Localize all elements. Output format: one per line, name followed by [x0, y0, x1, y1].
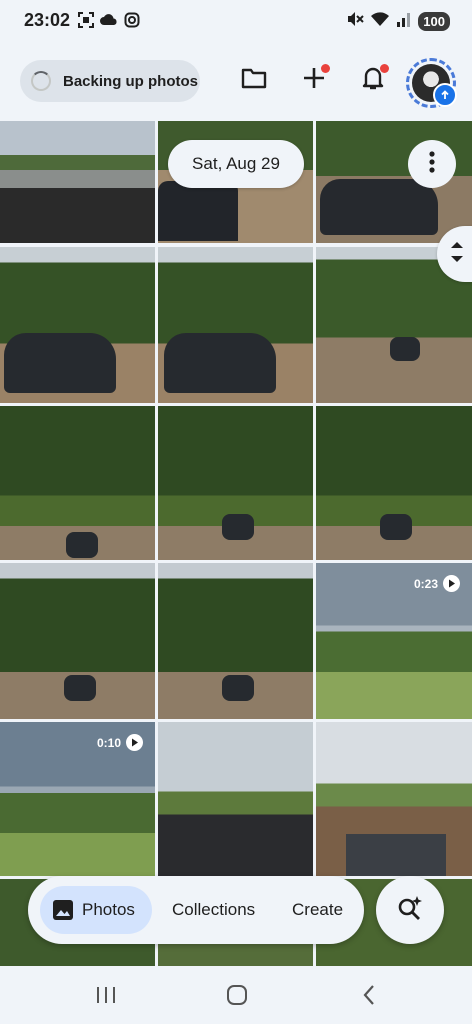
status-left-icons — [78, 12, 140, 33]
more-vert-icon — [429, 150, 435, 178]
library-button[interactable] — [236, 62, 272, 98]
tab-photos[interactable]: Photos — [40, 886, 152, 934]
bottom-navigation: Photos Collections Create — [28, 876, 364, 944]
photo-tile[interactable] — [0, 247, 155, 403]
add-notification-dot — [321, 64, 330, 73]
photo-tile[interactable] — [0, 406, 155, 560]
recents-icon[interactable] — [95, 985, 117, 1010]
photo-tile[interactable] — [158, 563, 313, 719]
notifications-button[interactable] — [355, 62, 391, 98]
photo-tile[interactable] — [158, 722, 313, 876]
video-tile[interactable]: 0:23 — [316, 563, 472, 719]
photo-tile[interactable] — [158, 406, 313, 560]
back-icon[interactable] — [362, 984, 376, 1011]
tab-collections-label: Collections — [172, 900, 256, 919]
date-header-chip: Sat, Aug 29 — [168, 140, 304, 188]
photo-tile[interactable] — [316, 121, 472, 243]
video-duration: 0:23 — [413, 576, 438, 591]
search-button[interactable] — [376, 876, 444, 944]
play-icon — [443, 575, 460, 592]
cloud-icon — [100, 12, 118, 33]
tab-collections[interactable]: Collections — [172, 886, 255, 934]
tab-create-label: Create — [292, 900, 344, 919]
backup-progress-icon — [31, 71, 51, 91]
add-button[interactable] — [296, 62, 332, 98]
backup-status-label: Backing up photos — [63, 72, 198, 90]
status-time: 23:02 — [24, 10, 71, 30]
photo-tile[interactable] — [0, 563, 155, 719]
tab-create[interactable]: Create — [292, 886, 343, 934]
video-duration: 0:10 — [96, 735, 121, 750]
status-right-icons: 100 — [346, 10, 450, 33]
signal-icon — [396, 10, 412, 33]
account-avatar[interactable] — [406, 58, 457, 108]
more-options-button[interactable] — [408, 140, 456, 188]
system-navigation-bar — [0, 966, 472, 1024]
mute-icon — [346, 10, 365, 33]
status-bar: 23:02 100 — [0, 0, 472, 42]
folder-icon — [241, 67, 267, 94]
screenshot-icon — [78, 12, 94, 33]
upload-badge — [433, 83, 457, 107]
notifications-dot — [380, 64, 389, 73]
backup-status-chip[interactable]: Backing up photos — [20, 60, 200, 102]
photo-tile[interactable] — [316, 722, 472, 876]
photo-tile[interactable] — [158, 247, 313, 403]
video-duration-badge: 0:10 — [97, 734, 143, 751]
photo-tile[interactable] — [316, 406, 472, 560]
video-tile[interactable]: 0:10 — [0, 722, 155, 876]
tab-photos-label: Photos — [82, 900, 135, 919]
play-icon — [126, 734, 143, 751]
scroll-arrows-icon — [449, 239, 465, 270]
photo-tile[interactable] — [0, 121, 155, 243]
battery-indicator: 100 — [418, 12, 450, 31]
video-duration-badge: 0:23 — [414, 575, 460, 592]
wifi-icon — [370, 10, 390, 33]
photos-icon — [52, 899, 74, 926]
home-icon[interactable] — [226, 984, 248, 1011]
top-app-bar: Backing up photos — [0, 46, 472, 116]
instagram-icon — [124, 12, 140, 33]
search-sparkle-icon — [396, 894, 424, 927]
